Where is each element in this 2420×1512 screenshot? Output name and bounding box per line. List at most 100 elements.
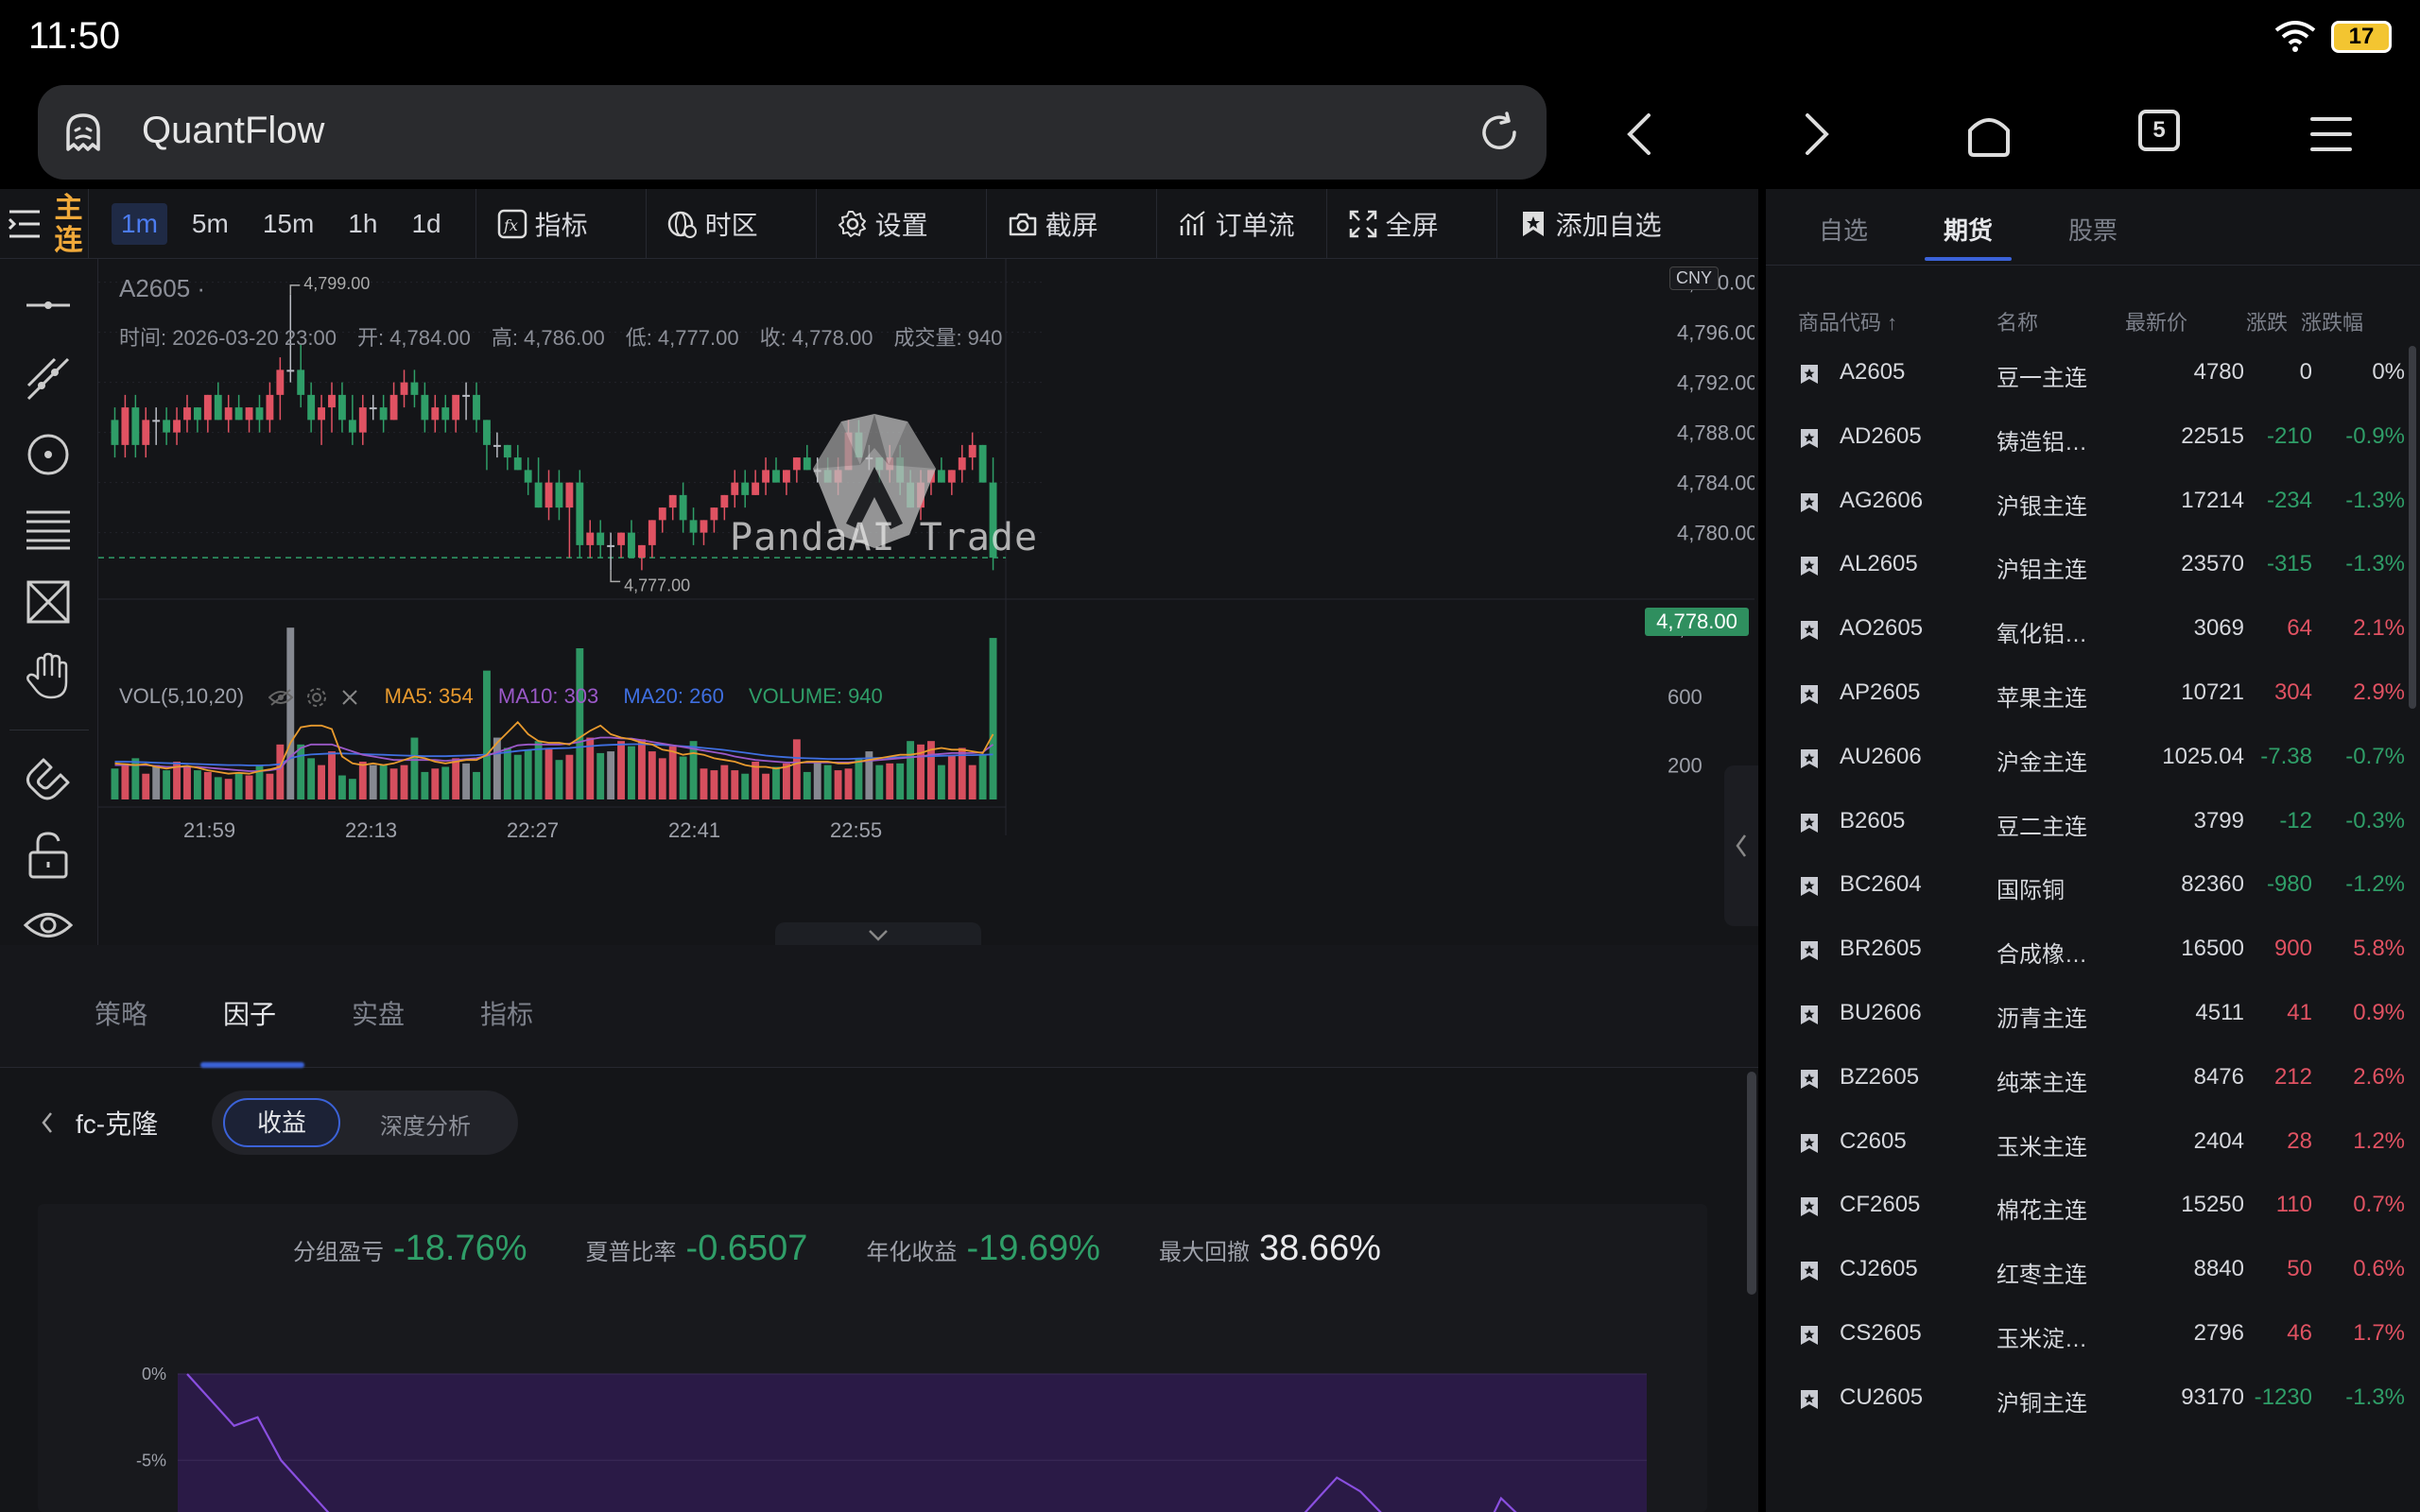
scrollbar[interactable]	[2409, 346, 2416, 709]
bookmark-star-icon[interactable]	[1798, 683, 1821, 706]
tab-futures[interactable]: 期货	[1944, 212, 1993, 247]
watchlist-row[interactable]: CS2605 玉米淀… 2796 46 1.7%	[1766, 1305, 2420, 1369]
period-15m[interactable]: 15m	[253, 203, 323, 245]
price-change: 28	[2287, 1127, 2312, 1154]
bookmark-star-icon[interactable]	[1798, 491, 1821, 514]
watchlist-row[interactable]: CF2605 棉花主连 15250 110 0.7%	[1766, 1177, 2420, 1241]
address-bar[interactable]: QuantFlow	[38, 85, 1547, 180]
indicators-button[interactable]: fx 指标	[476, 188, 647, 259]
bookmark-star-icon[interactable]	[1798, 939, 1821, 962]
watchlist-row[interactable]: C2605 玉米主连 2404 28 1.2%	[1766, 1113, 2420, 1177]
watchlist-row[interactable]: BU2606 沥青主连 4511 41 0.9%	[1766, 985, 2420, 1049]
candle-body	[234, 407, 243, 421]
settings-button[interactable]: 设置	[817, 188, 987, 259]
bookmark-star-icon[interactable]	[1798, 1195, 1821, 1218]
watchlist-row[interactable]: AO2605 氧化铝… 3069 64 2.1%	[1766, 600, 2420, 664]
tab-indicators[interactable]: 指标	[480, 994, 533, 1032]
returns-toggle[interactable]: 收益	[223, 1098, 340, 1147]
home-icon[interactable]	[1961, 106, 2017, 163]
watchlist-row[interactable]: AL2605 沪铝主连 23570 -315 -1.3%	[1766, 536, 2420, 600]
scrollbar[interactable]	[1747, 1072, 1756, 1295]
tab-strategy[interactable]: 策略	[95, 994, 147, 1032]
fibonacci-tool-icon[interactable]	[23, 503, 74, 554]
collapse-chart-handle[interactable]	[775, 922, 981, 947]
tab-stocks[interactable]: 股票	[2068, 212, 2118, 247]
bookmark-star-icon[interactable]	[1798, 1004, 1821, 1026]
header-price[interactable]: 最新价	[2125, 306, 2187, 336]
candle-body	[441, 407, 450, 421]
watchlist-row[interactable]: BR2605 合成橡… 16500 900 5.8%	[1766, 920, 2420, 985]
candle	[452, 394, 460, 433]
circle-tool-icon[interactable]	[23, 429, 74, 480]
tab-favorites[interactable]: 自选	[1819, 212, 1868, 247]
candle	[318, 394, 326, 445]
horizontal-line-tool-icon[interactable]	[23, 280, 74, 331]
header-change[interactable]: 涨跌	[2246, 306, 2288, 336]
watchlist-row[interactable]: B2605 豆二主连 3799 -12 -0.3%	[1766, 793, 2420, 857]
unlock-icon[interactable]	[23, 830, 74, 881]
watchlist-row[interactable]: CU2605 沪铜主连 93170 -1230 -1.3%	[1766, 1369, 2420, 1434]
timezone-button[interactable]: 时区	[647, 188, 817, 259]
watchlist-row[interactable]: AP2605 苹果主连 10721 304 2.9%	[1766, 664, 2420, 729]
candle-body	[513, 457, 522, 471]
header-name: 名称	[1996, 311, 2039, 335]
bookmark-star-icon[interactable]	[1798, 1068, 1821, 1091]
bookmark-star-icon[interactable]	[1798, 1324, 1821, 1347]
period-5m[interactable]: 5m	[182, 203, 238, 245]
bookmark-star-icon[interactable]	[1798, 427, 1821, 450]
bookmark-star-icon[interactable]	[1798, 812, 1821, 834]
candle-body	[452, 394, 460, 421]
returns-chart[interactable]: 0%-5%-10%	[38, 1204, 1707, 1512]
order-flow-button[interactable]: 订单流	[1157, 188, 1327, 259]
chevron-left-icon[interactable]	[38, 1109, 57, 1136]
watchlist-row[interactable]: AD2605 铸造铝… 22515 -210 -0.9%	[1766, 408, 2420, 472]
bookmark-star-icon[interactable]	[1798, 1388, 1821, 1411]
bookmark-star-icon[interactable]	[1798, 747, 1821, 770]
hand-pan-icon[interactable]	[23, 650, 74, 701]
eye-icon[interactable]	[23, 900, 74, 951]
header-change-pct[interactable]: 涨跌幅	[2301, 306, 2363, 336]
watchlist-row[interactable]: BZ2605 纯苯主连 8476 212 2.6%	[1766, 1049, 2420, 1113]
collapse-watchlist-handle[interactable]	[1724, 765, 1758, 926]
bookmark-star-icon[interactable]	[1798, 555, 1821, 577]
sidebar-toggle-button[interactable]	[0, 189, 49, 259]
chart-area[interactable]: 4,800.004,796.004,792.004,788.004,784.00…	[98, 259, 1754, 947]
tabs-button[interactable]: 5	[2138, 110, 2180, 151]
period-1m[interactable]: 1m	[112, 202, 167, 245]
add-watchlist-button[interactable]: 添加自选	[1497, 189, 1683, 259]
watchlist-row[interactable]: AG2606 沪银主连 17214 -234 -1.3%	[1766, 472, 2420, 537]
reload-icon[interactable]	[1477, 110, 1522, 155]
bookmark-star-icon[interactable]	[1798, 619, 1821, 642]
period-1h[interactable]: 1h	[338, 203, 387, 245]
pattern-tool-icon[interactable]	[23, 576, 74, 627]
bookmark-star-icon[interactable]	[1798, 1132, 1821, 1155]
contract-type-button[interactable]: 主连	[49, 188, 89, 259]
screenshot-button[interactable]: 截屏	[987, 188, 1157, 259]
svg-text:fx: fx	[503, 216, 518, 234]
back-icon[interactable]	[1613, 106, 1669, 163]
period-1d[interactable]: 1d	[402, 203, 450, 245]
fullscreen-button[interactable]: 全屏	[1327, 188, 1497, 259]
bookmark-star-icon[interactable]	[1798, 875, 1821, 898]
watchlist-row[interactable]: AU2606 沪金主连 1025.04 -7.38 -0.7%	[1766, 729, 2420, 793]
last-price: 2796	[2193, 1320, 2244, 1346]
tab-live[interactable]: 实盘	[352, 994, 405, 1032]
watchlist-row[interactable]: A2605 豆一主连 4780 0 0%	[1766, 344, 2420, 408]
volume-bar	[607, 751, 615, 799]
bookmark-star-icon[interactable]	[1798, 363, 1821, 386]
bookmark-star-icon[interactable]	[1798, 1260, 1821, 1282]
tab-factor[interactable]: 因子	[223, 994, 276, 1032]
gear-icon[interactable]	[306, 687, 327, 708]
header-code[interactable]: 商品代码 ↑	[1798, 306, 1897, 336]
price-change-pct: 0.9%	[2353, 1000, 2405, 1025]
clock: 11:50	[28, 15, 121, 57]
deep-analysis-toggle[interactable]: 深度分析	[380, 1108, 471, 1141]
trend-line-tool-icon[interactable]	[23, 353, 74, 404]
watchlist-row[interactable]: CJ2605 红枣主连 8840 50 0.6%	[1766, 1241, 2420, 1305]
watchlist-row[interactable]: BC2604 国际铜 82360 -980 -1.2%	[1766, 856, 2420, 920]
menu-icon[interactable]	[2303, 106, 2360, 163]
eye-off-icon[interactable]	[268, 688, 294, 707]
magnet-icon[interactable]	[23, 754, 74, 805]
close-icon[interactable]	[340, 688, 359, 707]
forward-icon[interactable]	[1787, 106, 1843, 163]
